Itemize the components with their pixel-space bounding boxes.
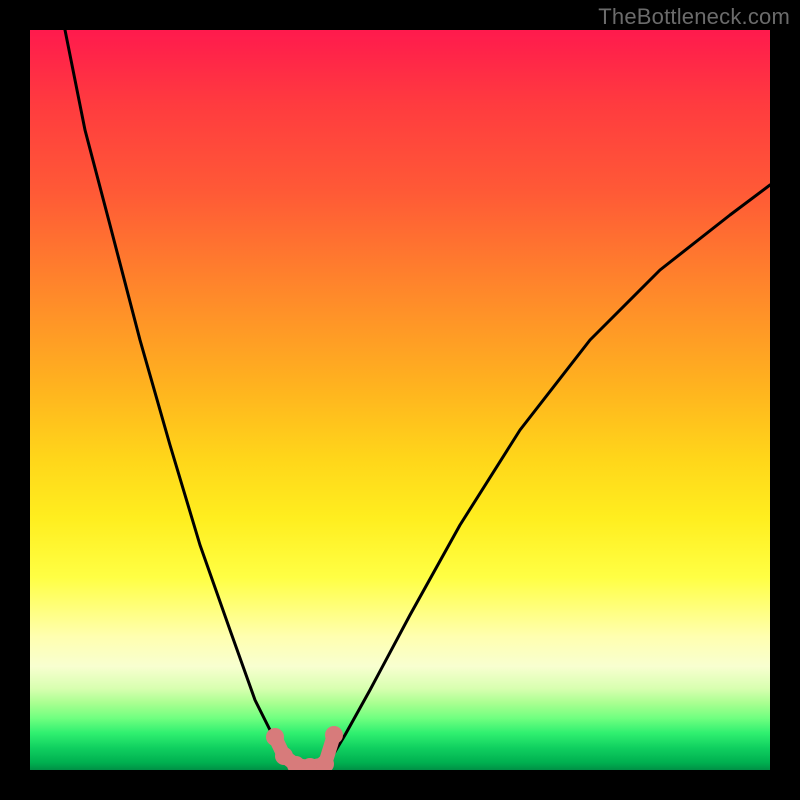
chart-svg xyxy=(30,30,770,770)
chart-plot-area xyxy=(30,30,770,770)
marker-a xyxy=(266,728,284,746)
curve-left-branch xyxy=(65,30,290,765)
watermark-text: TheBottleneck.com xyxy=(598,4,790,30)
chart-markers xyxy=(266,726,343,770)
chart-frame: TheBottleneck.com xyxy=(0,0,800,800)
curve-right-branch xyxy=(325,185,770,765)
chart-curve xyxy=(65,30,770,765)
marker-f xyxy=(325,726,343,744)
